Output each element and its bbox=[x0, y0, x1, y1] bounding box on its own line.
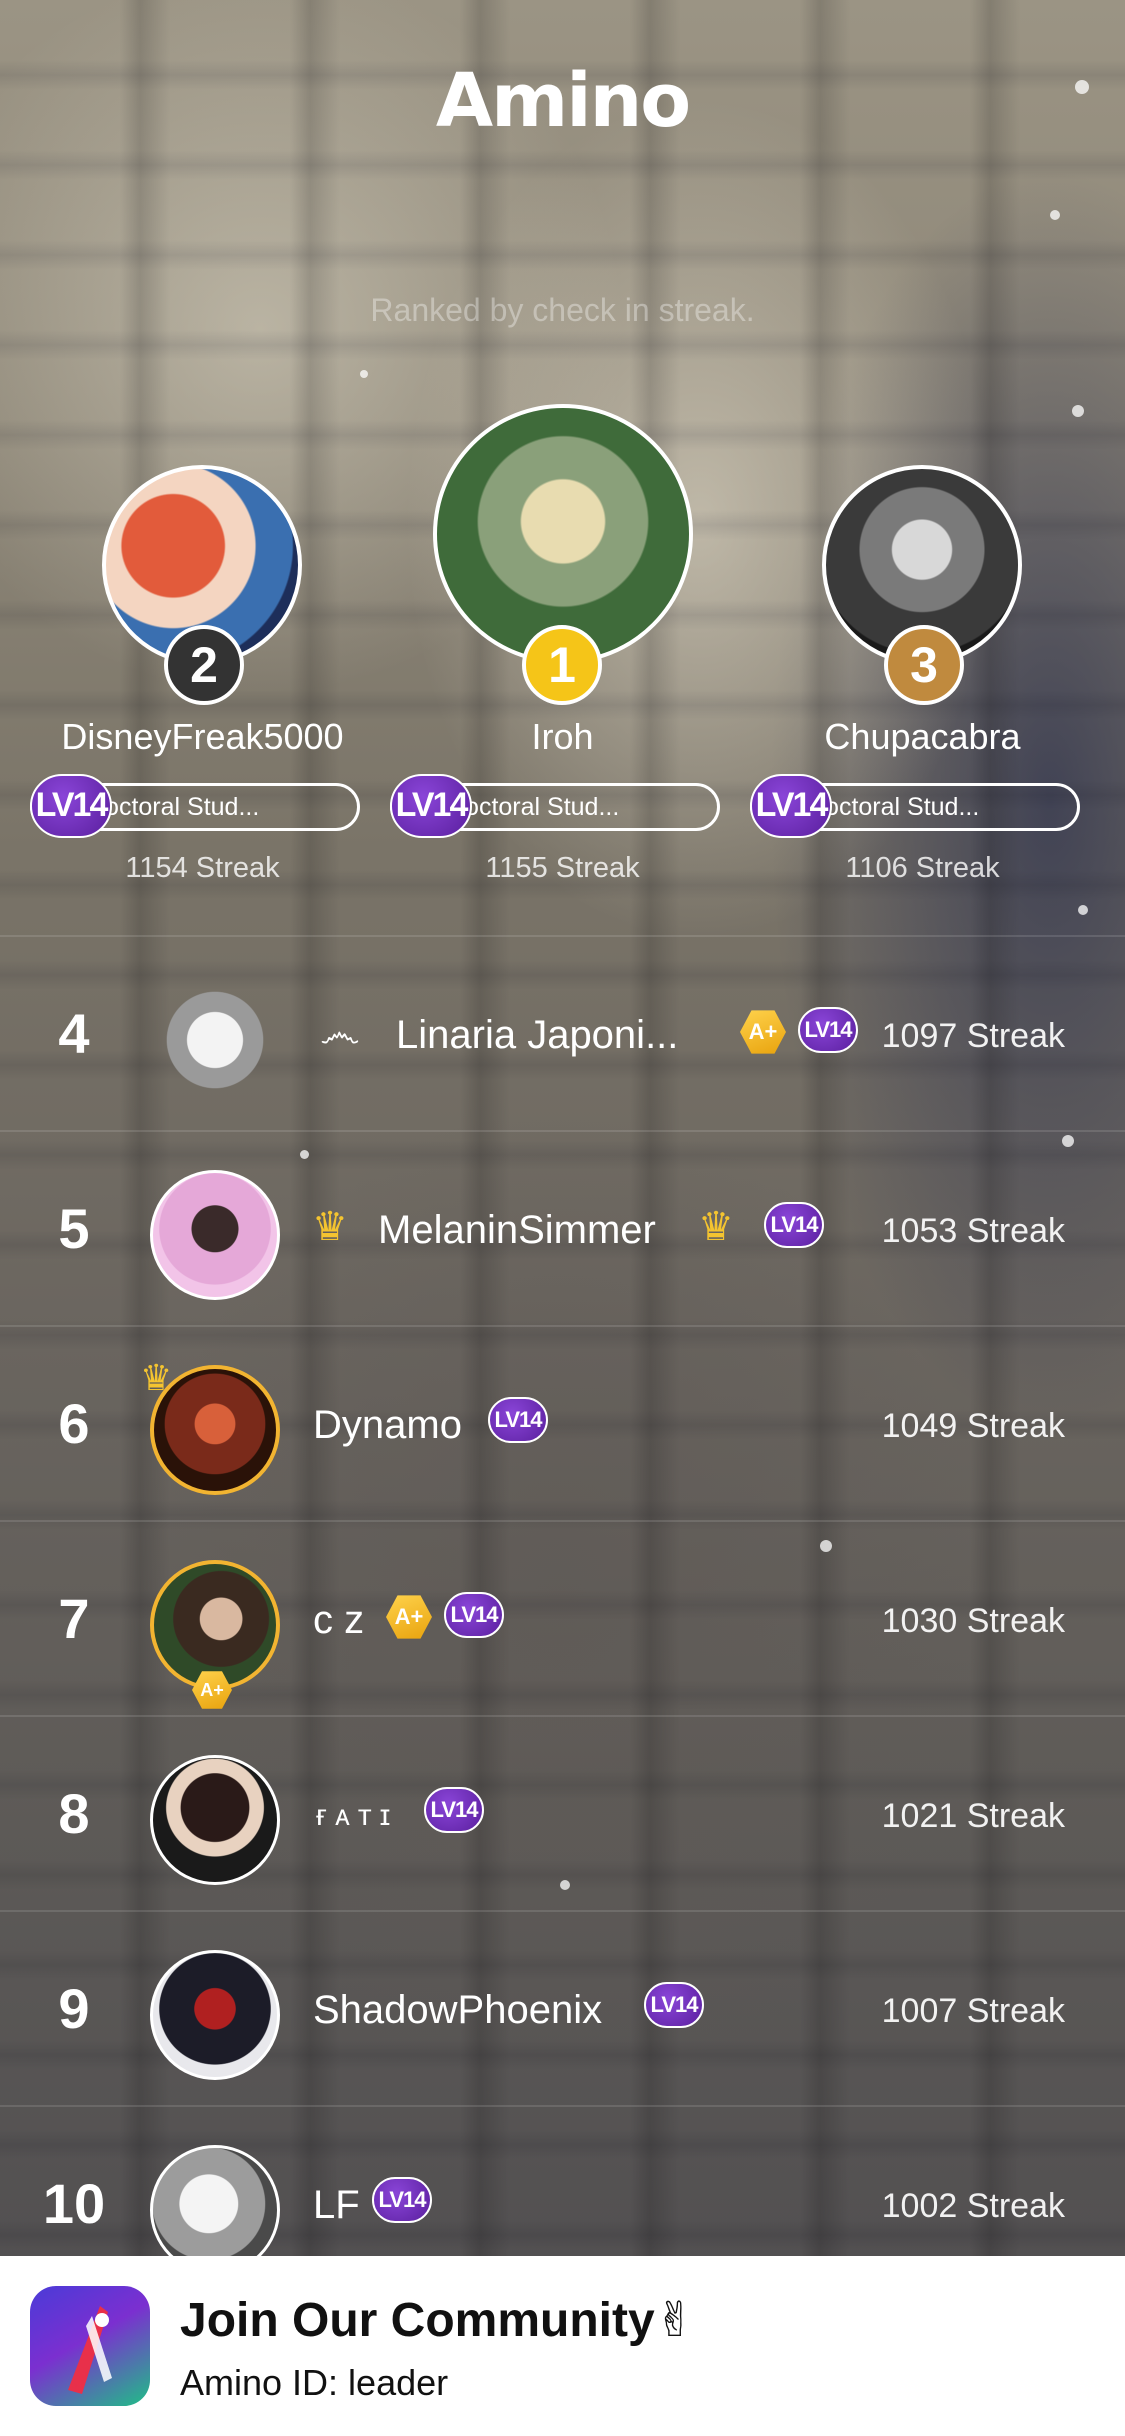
avatar[interactable] bbox=[150, 1560, 280, 1690]
avatar[interactable] bbox=[150, 1170, 280, 1300]
level-text: LV14 bbox=[378, 2187, 427, 2212]
level-badge: LV14 bbox=[764, 1202, 824, 1248]
username[interactable]: Chupacabra bbox=[750, 716, 1095, 758]
list-item[interactable]: 4 ෴ Linaria Japoni... A+ LV14 1097 Strea… bbox=[0, 935, 1125, 1130]
amino-logo-icon bbox=[68, 2306, 112, 2394]
streak-count: 1154 Streak bbox=[125, 852, 280, 884]
banner-title: Join Our Community✌ bbox=[180, 2294, 695, 2347]
username[interactable]: ғᴀᴛɪ bbox=[316, 1799, 398, 1833]
streak-count: 1106 Streak bbox=[845, 852, 1000, 884]
list-item[interactable]: 6 ♛ Dynamo LV14 1049 Streak bbox=[0, 1325, 1125, 1520]
swirl-icon: ෴ bbox=[320, 1009, 360, 1056]
level-text: LV14 bbox=[804, 1017, 853, 1042]
level-badge: LV14 bbox=[372, 2177, 432, 2223]
level-text: LV14 bbox=[755, 786, 829, 824]
level-badge: LV14 bbox=[444, 1592, 504, 1638]
level-text: LV14 bbox=[35, 786, 109, 824]
podium-rank-2[interactable]: 2 DisneyFreak5000 Doctoral Stud... LV14 … bbox=[30, 400, 375, 900]
level-text: LV14 bbox=[430, 1797, 479, 1822]
badge-text: A+ bbox=[748, 1019, 778, 1044]
rank-number: 4 bbox=[58, 1002, 90, 1065]
level-text: LV14 bbox=[770, 1212, 819, 1237]
crown-icon: ♛ bbox=[312, 1205, 348, 1249]
level-badge: LV14 bbox=[750, 774, 832, 838]
level-text: LV14 bbox=[450, 1602, 499, 1627]
level-text: LV14 bbox=[395, 786, 469, 824]
podium-rank-3[interactable]: 3 Chupacabra Doctoral Stud... LV14 1106 … bbox=[750, 400, 1095, 900]
app-logo: Amino bbox=[435, 58, 691, 144]
list-item[interactable]: 7 A+ c z A+ LV14 1030 Streak bbox=[0, 1520, 1125, 1715]
avatar[interactable] bbox=[150, 1755, 280, 1885]
username[interactable]: Iroh bbox=[390, 716, 735, 758]
rank-number: 2 bbox=[190, 637, 218, 693]
podium-rank-1[interactable]: 1 Iroh Doctoral Stud... LV14 1155 Streak bbox=[390, 400, 735, 900]
username[interactable]: MelaninSimmer bbox=[378, 1208, 656, 1253]
title-text: Doctoral Stud... bbox=[807, 793, 980, 821]
streak-count: 1097 Streak bbox=[881, 1017, 1065, 1055]
title-text: Doctoral Stud... bbox=[87, 793, 260, 821]
username[interactable]: c z bbox=[313, 1598, 364, 1643]
streak-count: 1030 Streak bbox=[881, 1602, 1065, 1640]
streak-count: 1007 Streak bbox=[881, 1992, 1065, 2030]
crown-icon: ♛ bbox=[698, 1205, 734, 1249]
badge-text: A+ bbox=[394, 1604, 424, 1629]
level-badge: LV14 bbox=[644, 1982, 704, 2028]
level-badge: LV14 bbox=[390, 774, 472, 838]
level-text: LV14 bbox=[494, 1407, 543, 1432]
level-text: LV14 bbox=[650, 1992, 699, 2017]
title-text: Doctoral Stud... bbox=[447, 793, 620, 821]
list-item[interactable]: 8 ғᴀᴛɪ LV14 1021 Streak bbox=[0, 1715, 1125, 1910]
rank-number: 3 bbox=[910, 637, 938, 693]
username[interactable]: DisneyFreak5000 bbox=[30, 716, 375, 758]
rank-number: 5 bbox=[58, 1197, 90, 1260]
amino-app-icon[interactable] bbox=[30, 2286, 150, 2406]
level-badge: LV14 bbox=[30, 774, 112, 838]
rank-badge: 2 bbox=[164, 625, 244, 705]
streak-count: 1002 Streak bbox=[881, 2187, 1065, 2225]
ranking-subtitle: Ranked by check in streak. bbox=[370, 292, 755, 328]
level-badge: LV14 bbox=[798, 1007, 858, 1053]
avatar[interactable] bbox=[150, 975, 280, 1105]
streak-count: 1053 Streak bbox=[881, 1212, 1065, 1250]
streak-count: 1155 Streak bbox=[485, 852, 640, 884]
streak-count: 1049 Streak bbox=[881, 1407, 1065, 1445]
a-plus-badge: A+ bbox=[386, 1595, 432, 1639]
join-community-banner[interactable]: Join Our Community✌ Amino ID: leader bbox=[0, 2256, 1125, 2436]
rank-number: 8 bbox=[58, 1782, 90, 1845]
streak-count: 1021 Streak bbox=[881, 1797, 1065, 1835]
crown-icon: ♛ bbox=[140, 1357, 173, 1398]
rank-number: 7 bbox=[58, 1587, 90, 1650]
level-badge: LV14 bbox=[424, 1787, 484, 1833]
banner-subtitle: Amino ID: leader bbox=[180, 2362, 449, 2403]
a-plus-badge: A+ bbox=[740, 1010, 786, 1054]
rank-badge: 1 bbox=[522, 625, 602, 705]
list-item[interactable]: 9 ShadowPhoenix LV14 1007 Streak bbox=[0, 1910, 1125, 2105]
rank-number: 9 bbox=[58, 1977, 90, 2040]
podium: 2 DisneyFreak5000 Doctoral Stud... LV14 … bbox=[0, 400, 1125, 920]
username[interactable]: LF bbox=[313, 2183, 360, 2228]
rank-number: 6 bbox=[58, 1392, 90, 1455]
rank-number: 1 bbox=[548, 637, 576, 693]
username[interactable]: Dynamo bbox=[313, 1403, 462, 1448]
list-item[interactable]: 5 ♛ MelaninSimmer ♛ LV14 1053 Streak bbox=[0, 1130, 1125, 1325]
username[interactable]: ShadowPhoenix bbox=[313, 1988, 602, 2033]
rank-number: 10 bbox=[42, 2172, 106, 2235]
username[interactable]: Linaria Japoni... bbox=[396, 1013, 678, 1058]
avatar[interactable] bbox=[150, 1950, 280, 2080]
level-badge: LV14 bbox=[488, 1397, 548, 1443]
rank-badge: 3 bbox=[884, 625, 964, 705]
